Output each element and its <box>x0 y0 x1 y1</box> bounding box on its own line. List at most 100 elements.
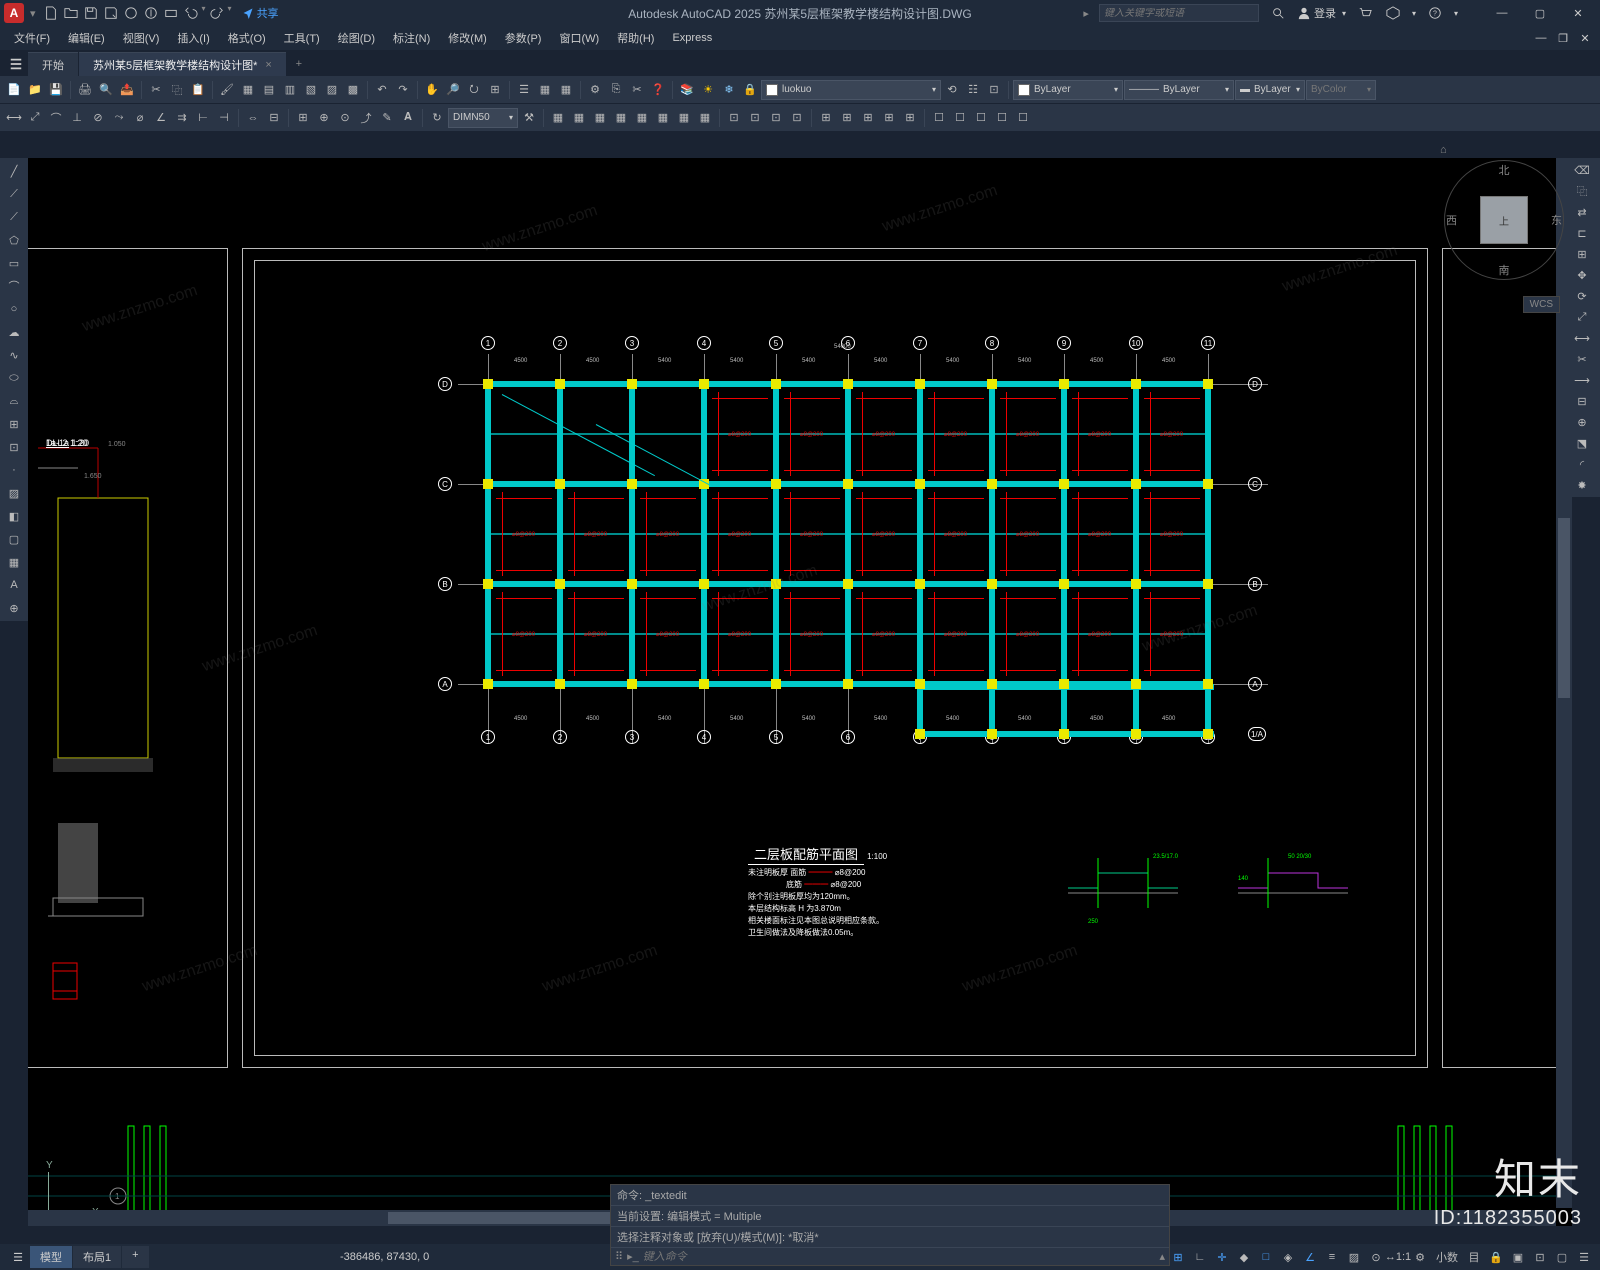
cart-icon[interactable] <box>1356 4 1374 22</box>
menu-dim[interactable]: 标注(N) <box>385 27 438 49</box>
tab-start[interactable]: 开始 <box>28 52 78 76</box>
dim-space-icon[interactable]: ⇔ <box>243 108 263 128</box>
dimedit-icon[interactable]: ✎ <box>377 108 397 128</box>
rect-icon[interactable]: ▭ <box>2 252 26 274</box>
tb-pan-icon[interactable]: ✋ <box>422 80 442 100</box>
st-cycle-icon[interactable]: ⊙ <box>1366 1247 1386 1267</box>
view-cube[interactable]: ⌂ 北 南 西 东 上 <box>1444 160 1564 280</box>
menu-edit[interactable]: 编辑(E) <box>60 27 113 49</box>
open-icon[interactable] <box>62 4 80 22</box>
st-otrack-icon[interactable]: ∠ <box>1300 1247 1320 1267</box>
addsel-icon[interactable]: ⊕ <box>2 597 26 619</box>
color-dropdown[interactable]: ByLayer▾ <box>1013 80 1123 100</box>
menu-file[interactable]: 文件(F) <box>6 27 58 49</box>
dimstyle-dropdown[interactable]: DIMN50▾ <box>448 108 518 128</box>
save-icon[interactable] <box>82 4 100 22</box>
dim-ang-icon[interactable]: ∠ <box>151 108 171 128</box>
chamfer-icon[interactable]: ⬔ <box>1572 433 1592 453</box>
r17-icon[interactable]: ⊞ <box>900 108 920 128</box>
dimtedit-icon[interactable]: 𝐀 <box>398 108 418 128</box>
polygon-icon[interactable]: ⬠ <box>2 229 26 251</box>
menu-tools[interactable]: 工具(T) <box>276 27 328 49</box>
search-icon[interactable] <box>1269 4 1287 22</box>
layer-sun-icon[interactable]: ☀ <box>698 80 718 100</box>
dir-north[interactable]: 北 <box>1499 162 1510 178</box>
inspect-icon[interactable]: ⊙ <box>335 108 355 128</box>
dim-align-icon[interactable]: ⤢ <box>25 108 45 128</box>
tb-redo-icon[interactable]: ↷ <box>393 80 413 100</box>
r6-icon[interactable]: ▦ <box>653 108 673 128</box>
dim-cont-icon[interactable]: ⊣ <box>214 108 234 128</box>
dim-ord-icon[interactable]: ⊥ <box>67 108 87 128</box>
r22-icon[interactable]: ☐ <box>1013 108 1033 128</box>
tb-table-icon[interactable]: ▦ <box>535 80 555 100</box>
line-icon[interactable]: ╱ <box>2 160 26 182</box>
dim-quick-icon[interactable]: ⇉ <box>172 108 192 128</box>
erase-icon[interactable]: ⌫ <box>1572 160 1592 180</box>
drawing-canvas[interactable]: 1.050 1.650 1a-1a 1:20 DLL2 1:20 1145004… <box>28 158 1572 1226</box>
plotstyle-dropdown[interactable]: ByColor▾ <box>1306 80 1376 100</box>
tb-block-icon[interactable]: ▦ <box>238 80 258 100</box>
fillet-icon[interactable]: ◜ <box>1572 454 1592 474</box>
circle-icon[interactable]: ○ <box>2 298 26 320</box>
menu-view[interactable]: 视图(V) <box>115 27 168 49</box>
wcs-label[interactable]: WCS <box>1523 296 1560 313</box>
menu-format[interactable]: 格式(O) <box>220 27 274 49</box>
table2-icon[interactable]: ▦ <box>2 551 26 573</box>
join-icon[interactable]: ⊕ <box>1572 412 1592 432</box>
new-tab-button[interactable]: + <box>287 52 311 76</box>
login-button[interactable]: 登录 ▾ <box>1297 5 1346 21</box>
tb-publish-icon[interactable]: 📤 <box>117 80 137 100</box>
menu-window[interactable]: 窗口(W) <box>551 27 607 49</box>
r18-icon[interactable]: ☐ <box>929 108 949 128</box>
st-iso-icon[interactable]: ◆ <box>1234 1247 1254 1267</box>
tb-paste-icon[interactable]: 📋 <box>188 80 208 100</box>
web-open-icon[interactable] <box>122 4 140 22</box>
tb-new-icon[interactable]: 📄 <box>4 80 24 100</box>
tb-undo-icon[interactable]: ↶ <box>372 80 392 100</box>
vscrollbar[interactable] <box>1556 158 1572 1208</box>
dim-rad-icon[interactable]: ⊘ <box>88 108 108 128</box>
revcloud-icon[interactable]: ☁ <box>2 321 26 343</box>
pline-icon[interactable]: ⟋ <box>2 206 26 228</box>
app-store-icon[interactable] <box>1384 4 1402 22</box>
r9-icon[interactable]: ⊡ <box>724 108 744 128</box>
tb-tp-icon[interactable]: ▥ <box>280 80 300 100</box>
tb-cut-icon[interactable]: ✂ <box>146 80 166 100</box>
r10-icon[interactable]: ⊡ <box>745 108 765 128</box>
new-icon[interactable] <box>42 4 60 22</box>
cmd-input[interactable] <box>643 1251 1156 1263</box>
layer-props-icon[interactable]: 📚 <box>677 80 697 100</box>
menu-express[interactable]: Express <box>664 29 720 47</box>
help-search[interactable] <box>1099 4 1259 22</box>
cmd-recent-icon[interactable]: ▴ <box>1159 1250 1165 1263</box>
tb-open-icon[interactable]: 📁 <box>25 80 45 100</box>
trim-icon[interactable]: ✂ <box>1572 349 1592 369</box>
menu-draw[interactable]: 绘图(D) <box>330 27 383 49</box>
makeblock-icon[interactable]: ⊡ <box>2 436 26 458</box>
copy2-icon[interactable]: ⿻ <box>1572 181 1592 201</box>
tab-modelspace[interactable]: 模型 <box>30 1246 72 1268</box>
tb-grid-icon[interactable]: ▦ <box>556 80 576 100</box>
spline-icon[interactable]: ∿ <box>2 344 26 366</box>
offset-icon[interactable]: ⊏ <box>1572 223 1592 243</box>
st-clean-icon[interactable]: ▢ <box>1552 1247 1572 1267</box>
r15-icon[interactable]: ⊞ <box>858 108 878 128</box>
search-input[interactable] <box>1104 8 1254 19</box>
app-logo[interactable]: A <box>4 3 24 23</box>
tab-close-icon[interactable]: × <box>265 59 271 71</box>
move-icon[interactable]: ✥ <box>1572 265 1592 285</box>
help-icon[interactable]: ? <box>1426 4 1444 22</box>
tab-add-layout[interactable]: + <box>122 1246 148 1268</box>
insert-icon[interactable]: ⊞ <box>2 413 26 435</box>
layer-prev-icon[interactable]: ⟲ <box>942 80 962 100</box>
tab-document[interactable]: 苏州某5层框架教学楼结构设计图* × <box>79 52 286 76</box>
explode-icon[interactable]: ✸ <box>1572 475 1592 495</box>
tb-props-icon[interactable]: ☰ <box>514 80 534 100</box>
ellipse-icon[interactable]: ⬭ <box>2 367 26 389</box>
r21-icon[interactable]: ☐ <box>992 108 1012 128</box>
stretch-icon[interactable]: ⟷ <box>1572 328 1592 348</box>
dir-east[interactable]: 东 <box>1551 212 1562 228</box>
tb-preview-icon[interactable]: 🔍 <box>96 80 116 100</box>
layer-freeze-icon[interactable]: ❄ <box>719 80 739 100</box>
